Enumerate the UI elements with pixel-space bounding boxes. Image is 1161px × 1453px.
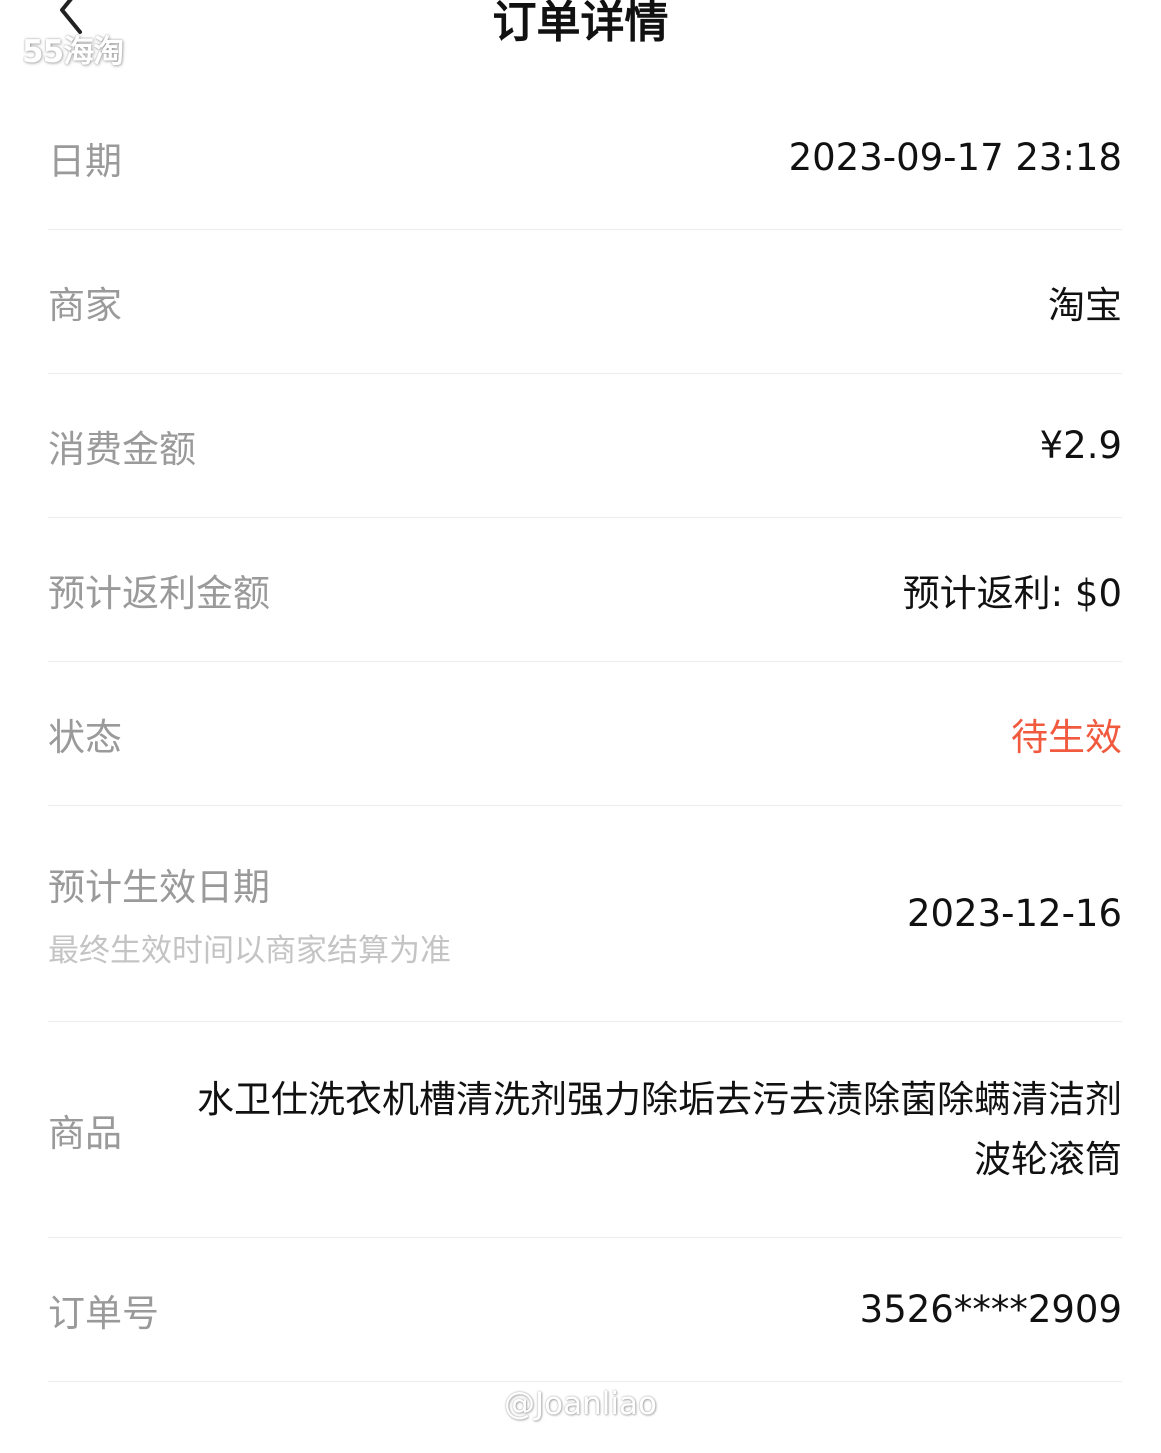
page-title: 订单详情 <box>492 0 669 48</box>
row-date: 日期 2023-09-17 23:18 <box>48 86 1122 230</box>
label-column: 商家 <box>48 275 122 329</box>
row-order-number: 订单号 3526****2909 <box>48 1238 1122 1382</box>
row-effective-date: 预计生效日期 最终生效时间以商家结算为准 2023-12-16 <box>48 806 1122 1022</box>
label-column: 预计返利金额 <box>48 563 270 617</box>
amount-value: ¥2.9 <box>1039 424 1122 467</box>
rebate-label: 预计返利金额 <box>48 571 270 615</box>
row-merchant: 商家 淘宝 <box>48 230 1122 374</box>
rebate-value: 预计返利: $0 <box>902 571 1122 615</box>
date-value: 2023-09-17 23:18 <box>788 136 1122 179</box>
label-column: 商品 <box>48 1103 122 1157</box>
effective-date-note: 最终生效时间以商家结算为准 <box>48 933 451 969</box>
effective-date-value: 2023-12-16 <box>906 892 1122 935</box>
label-column: 预计生效日期 最终生效时间以商家结算为准 <box>48 857 451 970</box>
order-number-value: 3526****2909 <box>859 1288 1122 1331</box>
order-detail-list: 日期 2023-09-17 23:18 商家 淘宝 消费金额 ¥2.9 预计返利… <box>48 86 1122 1382</box>
product-label: 商品 <box>48 1111 122 1155</box>
merchant-label: 商家 <box>48 283 122 327</box>
amount-label: 消费金额 <box>48 427 196 471</box>
row-amount: 消费金额 ¥2.9 <box>48 374 1122 518</box>
status-badge: 待生效 <box>1011 715 1122 759</box>
label-column: 订单号 <box>48 1283 159 1337</box>
row-rebate: 预计返利金额 预计返利: $0 <box>48 518 1122 662</box>
label-column: 消费金额 <box>48 419 196 473</box>
row-product: 商品 水卫仕洗衣机槽清洗剂强力除垢去污去渍除菌除螨清洁剂波轮滚筒 <box>48 1022 1122 1238</box>
label-column: 状态 <box>48 707 122 761</box>
status-label: 状态 <box>48 715 122 759</box>
date-label: 日期 <box>48 139 122 183</box>
merchant-value: 淘宝 <box>1048 283 1122 327</box>
watermark-username: @Joanliao <box>504 1386 657 1422</box>
product-value: 水卫仕洗衣机槽清洗剂强力除垢去污去渍除菌除螨清洁剂波轮滚筒 <box>197 1077 1122 1181</box>
order-number-label: 订单号 <box>48 1291 159 1335</box>
effective-date-label: 预计生效日期 <box>48 866 270 909</box>
label-column: 日期 <box>48 131 122 185</box>
row-status: 状态 待生效 <box>48 662 1122 806</box>
nav-bar: 55海淘 订单详情 <box>0 0 1161 70</box>
